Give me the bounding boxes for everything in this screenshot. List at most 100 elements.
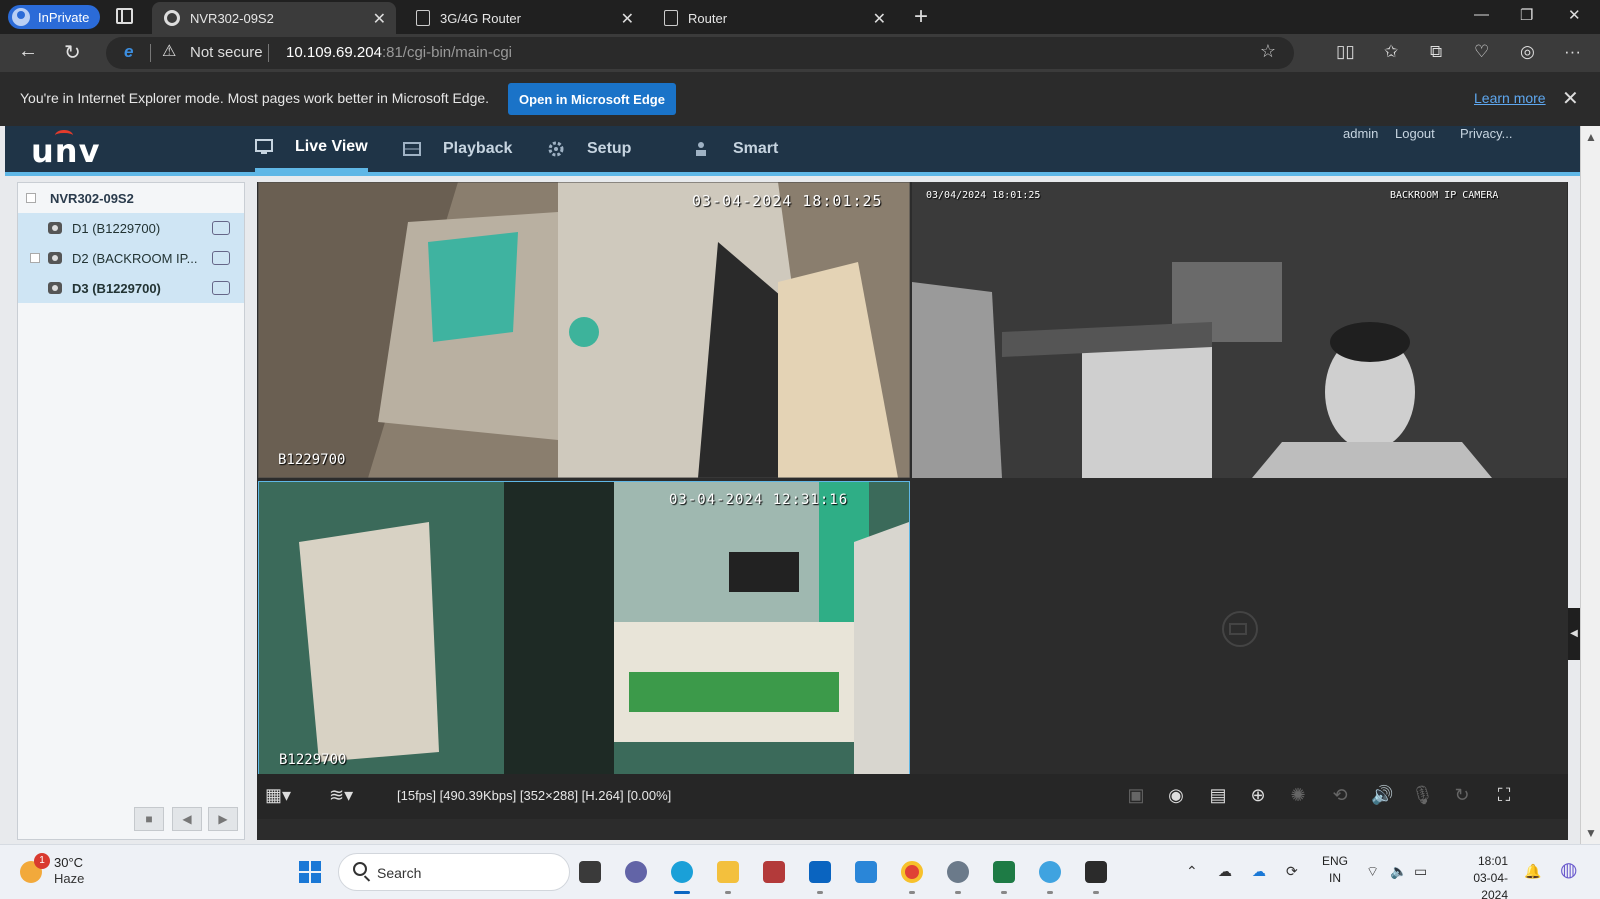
tab-router[interactable]: Router ✕ [652, 2, 896, 34]
teams-chat-icon[interactable] [618, 854, 654, 890]
show-hidden-icons-chevron[interactable]: ⌃ [1186, 863, 1198, 880]
stop-all-button[interactable]: ■ [134, 807, 164, 831]
nav-live-view[interactable]: Live View [255, 126, 368, 172]
favorite-star-icon[interactable]: ☆ [1260, 41, 1276, 62]
nav-playback[interactable]: Playback [403, 126, 512, 172]
monitor-icon [255, 139, 273, 155]
tab-nvr[interactable]: NVR302-09S2 ✕ [152, 2, 396, 34]
privacy-link[interactable]: Privacy... [1460, 126, 1513, 141]
close-tab-icon[interactable]: ✕ [373, 9, 386, 29]
open-in-edge-button[interactable]: Open in Microsoft Edge [508, 83, 676, 115]
fullscreen-icon[interactable]: ⛶ [1493, 785, 1515, 807]
input-language-indicator[interactable]: ENG IN [1322, 853, 1348, 887]
nav-setup[interactable]: Setup [547, 126, 631, 172]
page-icon [416, 10, 430, 26]
record-icon[interactable] [212, 251, 230, 265]
snapshot-camera-icon[interactable]: ◉ [1165, 785, 1187, 807]
start-button[interactable] [292, 854, 328, 890]
copilot-icon[interactable]: ◎ [1520, 42, 1535, 62]
terminal-icon[interactable] [1078, 854, 1114, 894]
task-view-icon[interactable] [572, 854, 608, 890]
sync-icon[interactable]: ⟳ [1286, 863, 1298, 880]
volume-icon[interactable]: 🔈 [1390, 863, 1407, 880]
collapse-box-icon[interactable] [26, 193, 36, 203]
onedrive-icon[interactable]: ☁ [1218, 863, 1232, 880]
collections-icon[interactable]: ⧉ [1430, 42, 1442, 62]
video-tile-d2[interactable]: 03/04/2024 18:01:25 BACKROOM IP CAMERA [912, 182, 1567, 478]
url-text[interactable]: 10.109.69.204:81/cgi-bin/main-cgi [286, 44, 512, 61]
device-root[interactable]: NVR302-09S2 [18, 183, 244, 213]
close-window-button[interactable]: ✕ [1568, 6, 1581, 24]
onedrive-business-icon[interactable]: ☁ [1252, 863, 1266, 880]
camera-feed-d3-image [259, 482, 909, 777]
video-tile-d1[interactable]: 03-04-2024 18:01:25 B1229700 [258, 182, 910, 478]
outlook-icon[interactable] [802, 854, 838, 894]
two-way-audio-icon[interactable]: 🎙 [1411, 785, 1434, 807]
collapse-right-panel-icon[interactable]: ◀ [1568, 608, 1580, 660]
zoom-window-icon[interactable]: ▣ [1125, 785, 1147, 807]
tab-title: NVR302-09S2 [190, 10, 274, 26]
battery-icon[interactable]: ▭ [1414, 863, 1427, 880]
address-bar[interactable]: e ⚠ Not secure 10.109.69.204:81/cgi-bin/… [106, 37, 1294, 69]
minimize-button[interactable]: — [1474, 6, 1489, 23]
browser-essentials-icon[interactable]: ♡ [1474, 42, 1489, 62]
record-clip-icon[interactable]: ▤ [1207, 785, 1229, 807]
channel-d2[interactable]: D2 (BACKROOM IP... [18, 243, 244, 273]
record-icon[interactable] [212, 221, 230, 235]
taskbar-search-box[interactable]: Search [338, 853, 570, 891]
clock-time: 18:01 [1477, 854, 1508, 868]
file-explorer-icon[interactable] [710, 854, 746, 894]
digital-zoom-icon[interactable]: ⊕ [1247, 785, 1269, 807]
notifications-bell-icon[interactable]: 🔔 [1524, 863, 1541, 880]
audio-speaker-icon[interactable]: 🔊 [1371, 785, 1393, 807]
wifi-icon[interactable]: ⌔ [1366, 863, 1379, 881]
video-tile-d3[interactable]: 03-04-2024 12:31:16 B1229700 [258, 481, 910, 778]
channel-d1[interactable]: D1 (B1229700) [18, 213, 244, 243]
store-app-icon[interactable] [848, 854, 884, 890]
copilot-taskbar-icon[interactable]: ◍ [1560, 857, 1577, 882]
learn-more-link[interactable]: Learn more [1474, 90, 1546, 106]
tab-actions-icon[interactable] [116, 8, 133, 24]
logout-link[interactable]: Logout [1395, 126, 1435, 141]
previous-page-button[interactable]: ◀ [172, 807, 202, 831]
close-tab-icon[interactable]: ✕ [621, 9, 634, 29]
scroll-down-arrow-icon[interactable]: ▼ [1585, 826, 1597, 840]
new-tab-button[interactable]: + [914, 3, 928, 31]
stream-type-icon[interactable]: ≋▾ [329, 785, 367, 807]
excel-icon[interactable] [986, 854, 1022, 894]
inprivate-badge[interactable]: InPrivate [8, 5, 100, 29]
user-admin-link[interactable]: admin [1343, 126, 1378, 141]
live-view-toolbar: ▦▾ ≋▾ [15fps] [490.39Kbps] [352×288] [H.… [257, 774, 1568, 819]
internet-explorer-icon[interactable] [1032, 854, 1068, 894]
back-icon[interactable]: ← [18, 40, 38, 63]
instant-playback-icon[interactable]: ⟲ [1329, 785, 1351, 807]
record-icon[interactable] [212, 281, 230, 295]
more-menu-icon[interactable]: ··· [1564, 42, 1581, 62]
refresh-icon[interactable]: ↻ [64, 40, 81, 65]
video-tile-empty[interactable] [912, 481, 1567, 778]
split-screen-layout-icon[interactable]: ▦▾ [265, 785, 303, 807]
ptz-icon[interactable]: ✺ [1287, 785, 1309, 807]
page-scrollbar[interactable]: ▲ ▼ [1580, 126, 1600, 844]
rotate-icon[interactable]: ↻ [1451, 785, 1473, 807]
system-clock[interactable]: 18:01 03-04-2024 [1448, 853, 1508, 899]
nav-smart[interactable]: Smart [693, 126, 778, 172]
close-infobar-icon[interactable]: ✕ [1562, 86, 1579, 111]
ie-mode-icon[interactable]: e [124, 42, 133, 62]
next-page-button[interactable]: ▶ [208, 807, 238, 831]
favorites-icon[interactable]: ✩ [1384, 42, 1398, 62]
profile-avatar-icon [12, 8, 30, 26]
security-label[interactable]: Not secure [190, 44, 263, 61]
channel-d3[interactable]: D3 (B1229700) [18, 273, 244, 303]
calendar-app-icon[interactable] [756, 854, 792, 890]
tab-router-3g4g[interactable]: 3G/4G Router ✕ [404, 2, 644, 34]
restore-button[interactable]: ❐ [1520, 6, 1533, 24]
scroll-up-arrow-icon[interactable]: ▲ [1585, 130, 1597, 144]
close-tab-icon[interactable]: ✕ [873, 9, 886, 29]
split-screen-icon[interactable]: ▯▯ [1336, 42, 1355, 62]
edge-app-icon[interactable] [664, 854, 700, 894]
chrome-icon[interactable] [894, 854, 930, 894]
windows-logo-icon [299, 861, 321, 883]
channel-checkbox[interactable] [30, 253, 40, 263]
settings-gear-icon[interactable] [940, 854, 976, 894]
